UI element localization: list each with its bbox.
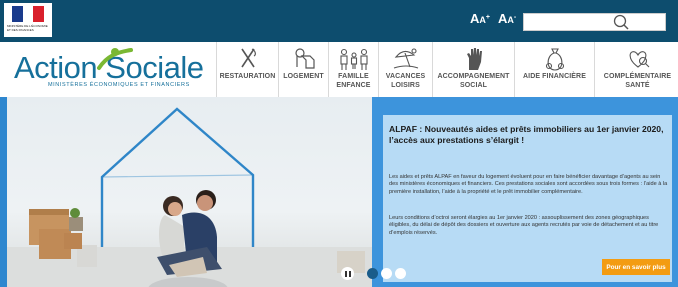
nav-item-vacances-loisirs[interactable]: VACANCES LOISIRS [378,42,432,97]
nav-label: ACCOMPAGNEMENT SOCIAL [437,73,510,89]
nav-item-aide-financiere[interactable]: AIDE FINANCIÈRE [514,42,594,97]
font-decrease-button[interactable]: AA- [498,11,516,26]
umbrella-beach-icon [393,48,418,69]
brand-subtitle: MINISTÈRES ÉCONOMIQUES ET FINANCIERS [48,82,190,88]
top-bar: MINISTÈRE DE L'ÉCONOMIE ET DES FINANCES … [0,0,678,42]
search-icon[interactable] [612,13,630,31]
nav-label: RESTAURATION [219,73,276,80]
nav-item-famille-enfance[interactable]: FAMILLE ENFANCE [328,42,378,97]
money-bag-icon [545,48,564,71]
nav-item-restauration[interactable]: RESTAURATION [216,42,278,97]
government-logo-text: MINISTÈRE DE L'ÉCONOMIE ET DES FINANCES [7,24,48,32]
government-logo[interactable]: MINISTÈRE DE L'ÉCONOMIE ET DES FINANCES [4,3,52,37]
carousel-dot-1[interactable] [367,268,378,279]
learn-more-button[interactable]: Pour en savoir plus [602,259,670,275]
swoosh-icon [97,48,133,70]
nav-item-logement[interactable]: LOGEMENT [278,42,328,97]
font-increase-label: A [470,11,480,26]
hero-carousel: ALPAF : Nouveautés aides et prêts immobi… [0,97,678,287]
carousel-dot-2[interactable] [381,268,392,279]
pause-button[interactable] [341,267,354,280]
main-nav: RESTAURATION LOGEMENT FAMILLE ENFANCE VA… [216,42,678,97]
news-paragraph: Les aides et prêts ALPAF en faveur du lo… [389,174,668,195]
hand-icon [466,48,482,70]
family-icon [339,48,368,70]
news-panel: ALPAF : Nouveautés aides et prêts immobi… [383,115,672,282]
french-flag-icon [12,6,45,22]
nav-label: COMPLÉMENTAIRE SANTÉ [603,73,672,89]
news-paragraph: Leurs conditions d’octroi seront élargie… [389,215,659,236]
nav-label: VACANCES LOISIRS [385,73,426,89]
header: Action Sociale MINISTÈRES ÉCONOMIQUES ET… [0,42,678,97]
nav-label: AIDE FINANCIÈRE [523,73,586,80]
nav-label: LOGEMENT [283,73,324,80]
hero-illustration [7,107,372,287]
heart-magnifier-icon [629,51,649,68]
carousel-dot-3[interactable] [395,268,406,279]
hero-image [7,97,372,287]
fork-knife-icon [240,48,256,68]
search-box [523,13,666,31]
nav-item-accompagnement-social[interactable]: ACCOMPAGNEMENT SOCIAL [432,42,514,97]
house-key-icon [294,48,315,69]
hero-edge [0,97,7,287]
font-increase-button[interactable]: AA+ [470,11,490,26]
nav-item-complementaire-sante[interactable]: COMPLÉMENTAIRE SANTÉ [594,42,678,97]
news-title[interactable]: ALPAF : Nouveautés aides et prêts immobi… [389,124,669,146]
font-decrease-label: A [498,11,508,26]
brand-logo[interactable]: Action Sociale MINISTÈRES ÉCONOMIQUES ET… [14,46,210,92]
nav-label: FAMILLE ENFANCE [336,73,371,89]
